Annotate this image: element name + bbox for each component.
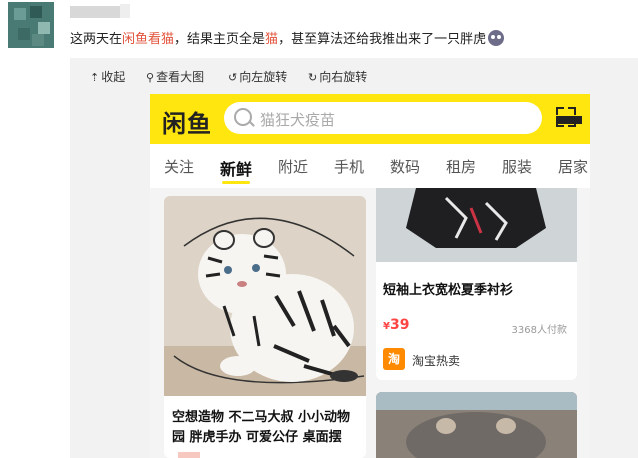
- rotate-right-label: 向右旋转: [319, 70, 368, 84]
- product-description: 空想造物 不二马大叔 小小动物园 胖虎手办 可爱公仔 桌面摆: [172, 410, 351, 445]
- post-keyword-cat[interactable]: 猫: [265, 32, 278, 47]
- shop-name[interactable]: 淘宝热卖: [412, 352, 460, 369]
- scan-icon[interactable]: [556, 107, 582, 127]
- product-card-tiger[interactable]: 空想造物 不二马大叔 小小动物园 胖虎手办 可爱公仔 桌面摆: [164, 196, 366, 458]
- rotate-right-button[interactable]: ↻ 向右旋转: [308, 68, 367, 85]
- price-cut-off: [178, 452, 200, 458]
- collapse-up-icon: ⇡: [90, 71, 100, 84]
- image-viewer-toolbar: ⇡ 收起 ⚲ 查看大图 ↺ 向左旋转 ↻ 向右旋转: [70, 58, 638, 94]
- product-feed: 空想造物 不二马大叔 小小动物园 胖虎手办 可爱公仔 桌面摆 短袖上衣宽松夏季衬…: [150, 188, 590, 458]
- product-title: 短袖上衣宽松夏季衬衫: [383, 283, 514, 298]
- rotate-left-icon: ↺: [228, 71, 238, 84]
- shirt-image: [376, 188, 577, 262]
- rotate-left-label: 向左旋转: [239, 70, 288, 84]
- active-tab-indicator: [222, 181, 250, 184]
- view-large-label: 查看大图: [156, 70, 205, 84]
- app-header: 闲鱼 猫狂犬疫苗: [150, 94, 590, 144]
- tab-follow[interactable]: 关注: [164, 156, 194, 177]
- product-card-shirt[interactable]: 短袖上衣宽松夏季衬衫 ¥39 3368人付款 淘 淘宝热卖: [376, 188, 577, 380]
- post-text-middle: ，结果主页全是: [174, 32, 266, 47]
- avatar[interactable]: [8, 2, 54, 48]
- view-large-button[interactable]: ⚲ 查看大图: [146, 68, 204, 85]
- tab-digital[interactable]: 数码: [390, 156, 420, 177]
- tab-home[interactable]: 居家: [558, 156, 588, 177]
- tab-rental[interactable]: 租房: [446, 156, 476, 177]
- tab-phones[interactable]: 手机: [334, 156, 364, 177]
- category-tabs: 关注 新鲜 附近 手机 数码 租房 服装 居家: [150, 144, 590, 188]
- tiger-figurine-image: [164, 196, 366, 396]
- rotate-left-button[interactable]: ↺ 向左旋转: [228, 68, 287, 85]
- post-keyword-link[interactable]: 闲鱼看猫: [122, 32, 174, 47]
- price-value: 39: [389, 317, 410, 333]
- shocked-face-emoji-icon: [488, 30, 505, 46]
- search-placeholder: 猫狂犬疫苗: [260, 111, 336, 129]
- magnifier-icon: ⚲: [146, 71, 155, 84]
- collapse-label: 收起: [101, 70, 126, 84]
- post-text-before: 这两天在: [70, 32, 123, 47]
- post-text-after: ，甚至算法还给我推出来了一只胖虎: [278, 32, 487, 47]
- tab-nearby[interactable]: 附近: [278, 156, 308, 177]
- buyer-count: 3368人付款: [511, 325, 567, 336]
- taobao-badge-icon: 淘: [383, 348, 405, 370]
- collapse-button[interactable]: ⇡ 收起: [90, 68, 125, 85]
- price-currency: ¥: [383, 321, 390, 332]
- tab-clothing[interactable]: 服装: [502, 156, 532, 177]
- rotate-right-icon: ↻: [308, 71, 318, 84]
- post-text: 这两天在闲鱼看猫，结果主页全是猫，甚至算法还给我推出来了一只胖虎: [70, 30, 505, 49]
- cat-photo-image: [376, 392, 577, 458]
- search-icon: [234, 108, 252, 126]
- search-bar[interactable]: 猫狂犬疫苗: [224, 102, 542, 134]
- app-logo: 闲鱼: [162, 110, 212, 138]
- username-badge-blurred: [120, 4, 130, 18]
- product-card-cat[interactable]: [376, 392, 577, 458]
- product-price: ¥39: [383, 317, 409, 333]
- tab-fresh[interactable]: 新鲜: [220, 156, 252, 180]
